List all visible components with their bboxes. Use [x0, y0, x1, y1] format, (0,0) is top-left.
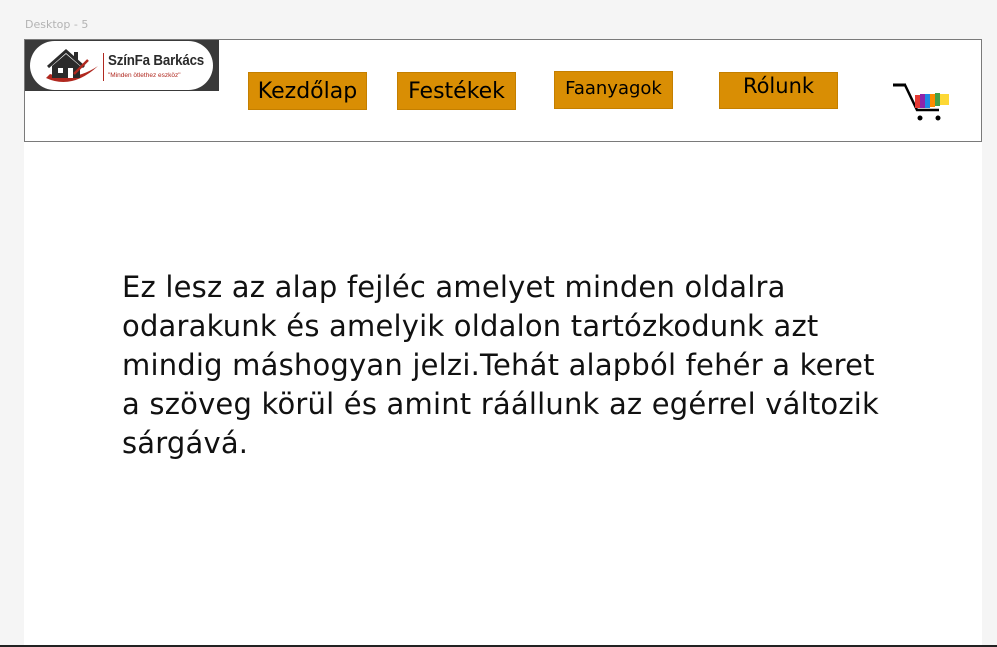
nav-woods-button[interactable]: Faanyagok	[554, 71, 673, 109]
frame-label: Desktop - 5	[25, 18, 89, 31]
logo-badge: SzínFa Barkács "Minden ötlethez eszköz"	[30, 41, 213, 90]
logo-title: SzínFa Barkács	[108, 53, 205, 69]
site-header: SzínFa Barkács "Minden ötlethez eszköz" …	[24, 39, 982, 142]
logo[interactable]: SzínFa Barkács "Minden ötlethez eszköz"	[25, 40, 219, 91]
nav-home-button[interactable]: Kezdőlap	[248, 72, 367, 110]
house-icon	[46, 48, 98, 82]
shopping-cart-icon[interactable]	[893, 82, 953, 124]
desktop-frame: SzínFa Barkács "Minden ötlethez eszköz" …	[24, 39, 982, 647]
nav-about-button[interactable]: Rólunk	[719, 72, 838, 109]
logo-tagline: "Minden ötlethez eszköz"	[108, 72, 181, 79]
nav-paints-button[interactable]: Festékek	[397, 72, 516, 110]
logo-divider	[103, 53, 104, 81]
description-text: Ez lesz az alap fejléc amelyet minden ol…	[122, 270, 880, 460]
